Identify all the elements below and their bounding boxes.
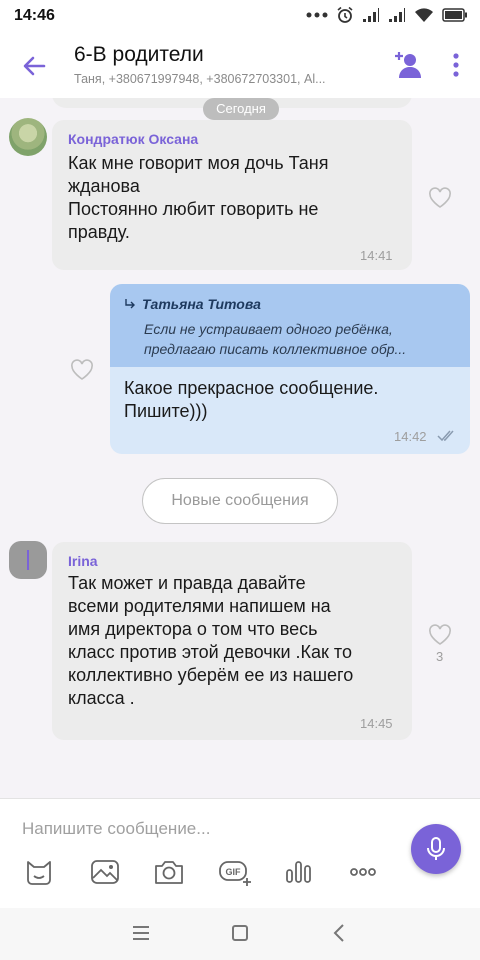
- alarm-icon: [337, 6, 353, 23]
- voice-wave-icon[interactable]: [282, 856, 316, 888]
- quoted-message[interactable]: Татьяна Титова Если не устраивает одного…: [110, 284, 470, 367]
- gallery-icon[interactable]: [88, 856, 122, 888]
- message-time: 14:41: [360, 248, 393, 263]
- read-checkmarks-icon: [437, 430, 454, 442]
- message-text: Как мне говорит моя дочь Таня жданова По…: [68, 153, 329, 242]
- add-member-icon[interactable]: [394, 48, 424, 80]
- message-text: Какое прекрасное сообщение. Пишите))): [124, 378, 379, 421]
- message-time: 14:45: [360, 716, 393, 731]
- like-heart-icon[interactable]: [428, 187, 452, 209]
- signal-icon: [363, 8, 379, 22]
- chat-title[interactable]: 6-В родители: [74, 43, 204, 67]
- chat-header: 6-В родители Таня, +380671997948, +38067…: [0, 34, 480, 98]
- back-icon[interactable]: [328, 922, 352, 944]
- status-bar: 14:46: [0, 0, 480, 34]
- message-sender[interactable]: Кондратюк Оксана: [68, 131, 198, 147]
- menu-icon[interactable]: [129, 922, 153, 944]
- new-messages-separator[interactable]: Новые сообщения: [142, 478, 338, 524]
- dots-icon: [306, 12, 328, 18]
- message-input[interactable]: Напишите сообщение...: [22, 819, 382, 839]
- avatar-initial-mark: [27, 550, 29, 570]
- gif-icon[interactable]: GIF: [218, 856, 252, 888]
- participants-list[interactable]: Таня, +380671997948, +380672703301, Al..…: [74, 72, 374, 86]
- sticker-icon[interactable]: [22, 856, 56, 888]
- wifi-icon: [415, 8, 433, 22]
- avatar[interactable]: [9, 541, 47, 579]
- message-bubble-incoming[interactable]: Irina Так может и правда давайте всеми р…: [52, 542, 412, 740]
- like-heart-icon[interactable]: [70, 359, 94, 381]
- compose-area: Напишите сообщение... GIF: [0, 798, 480, 908]
- reply-arrow-icon: [125, 299, 135, 309]
- message-bubble-incoming[interactable]: Кондратюк Оксана Как мне говорит моя доч…: [52, 120, 412, 270]
- status-time: 14:46: [14, 7, 55, 24]
- status-icons: [306, 6, 468, 24]
- quote-text: Если не устраивает одного ребёнка, предл…: [144, 321, 407, 357]
- back-arrow-icon[interactable]: [18, 50, 50, 82]
- message-time: 14:42: [394, 429, 427, 444]
- system-nav-bar: [0, 908, 480, 960]
- home-icon[interactable]: [228, 922, 252, 944]
- more-options-icon[interactable]: [446, 50, 466, 80]
- message-text: Так может и правда давайте всеми родител…: [68, 573, 354, 708]
- battery-icon: [442, 8, 467, 22]
- more-dots-icon[interactable]: [346, 856, 380, 888]
- chat-area[interactable]: Сегодня Кондратюк Оксана Как мне говорит…: [0, 98, 480, 798]
- date-separator: Сегодня: [203, 98, 279, 120]
- like-heart-icon[interactable]: [428, 624, 452, 646]
- signal-icon: [389, 8, 405, 22]
- quote-author: Татьяна Титова: [142, 296, 261, 312]
- microphone-icon: [427, 837, 445, 860]
- message-bubble-outgoing[interactable]: Татьяна Титова Если не устраивает одного…: [110, 284, 470, 454]
- svg-text:GIF: GIF: [226, 867, 242, 877]
- voice-record-button[interactable]: [411, 824, 461, 874]
- avatar[interactable]: [9, 118, 47, 156]
- like-count: 3: [436, 649, 444, 664]
- message-sender[interactable]: Irina: [68, 553, 98, 569]
- camera-icon[interactable]: [152, 856, 186, 888]
